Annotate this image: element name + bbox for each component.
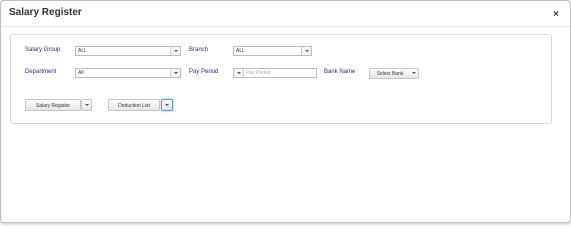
salary-register-button-label: Salary Register: [35, 103, 71, 109]
chevron-down-icon: [170, 69, 180, 77]
branch-label: Branch: [189, 47, 209, 53]
pay-period-placeholder: Pay Period: [246, 70, 271, 76]
salary-register-dialog: Salary Register × Salary Group ALL Branc…: [0, 0, 571, 223]
deduction-list-button[interactable]: Deduction List: [108, 99, 160, 111]
salary-group-value: ALL: [78, 48, 87, 54]
salary-group-label: Salary Group: [25, 47, 61, 53]
dialog-header: Salary Register ×: [1, 1, 570, 27]
chevron-down-icon: [301, 47, 311, 55]
chevron-down-icon: [170, 47, 180, 55]
dialog-title: Salary Register: [9, 7, 82, 18]
branch-select[interactable]: ALL: [233, 46, 312, 56]
department-select[interactable]: All: [75, 68, 181, 78]
branch-value: ALL: [236, 48, 245, 54]
chevron-down-icon[interactable]: [234, 69, 244, 77]
salary-register-button[interactable]: Salary Register: [25, 99, 81, 111]
filter-panel: Salary Group ALL Branch ALL Department A…: [10, 34, 552, 124]
salary-register-dropdown-toggle[interactable]: [81, 99, 92, 111]
pay-period-input[interactable]: Pay Period: [233, 68, 317, 78]
department-value: All: [78, 70, 84, 76]
salary-group-select[interactable]: ALL: [75, 46, 181, 56]
deduction-list-button-label: Deduction List: [118, 103, 150, 109]
bank-select-value: Select Bank: [376, 71, 404, 77]
close-icon[interactable]: ×: [551, 10, 561, 20]
pay-period-label: Pay Period: [189, 69, 219, 75]
bank-select[interactable]: Select Bank: [369, 68, 419, 79]
bank-name-label: Bank Name: [324, 69, 356, 75]
department-label: Department: [25, 69, 57, 75]
deduction-list-dropdown-toggle[interactable]: [161, 99, 173, 111]
